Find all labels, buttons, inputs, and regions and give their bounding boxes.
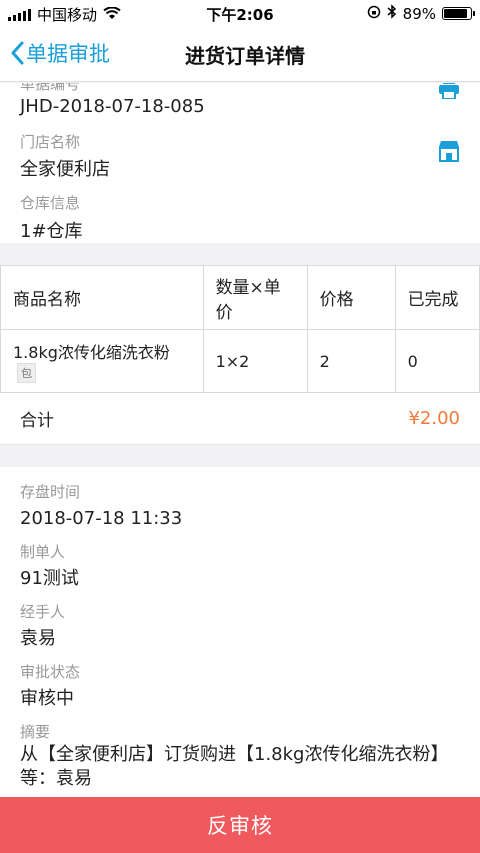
total-amount: ¥2.00: [408, 408, 460, 429]
status-bar: 中国移动 下午2:06 89%: [0, 0, 480, 26]
column-header: 已完成: [394, 265, 480, 330]
price-cell: 2: [306, 329, 396, 393]
stock-time-label: 存盘时间: [20, 483, 81, 501]
column-header: 价格: [306, 265, 396, 330]
approval-status-label: 审批状态: [20, 663, 81, 681]
section-divider: [0, 243, 480, 265]
order-info-card: 单据编号 JHD-2018-07-18-085 门店名称 全家便利店 仓库信息 …: [0, 83, 480, 243]
lock-rotation-icon: [367, 5, 381, 23]
battery-icon: [442, 7, 475, 20]
nav-bar: 单据审批 进货订单详情: [0, 26, 480, 82]
page-title: 进货订单详情: [185, 44, 305, 68]
reverse-approve-button[interactable]: 反审核: [0, 797, 480, 853]
store-name-label: 门店名称: [20, 133, 81, 151]
handler-label: 经手人: [20, 603, 66, 621]
order-meta-card: 存盘时间 2018-07-18 11:33 制单人 91测试 经手人 袁易 审批…: [0, 467, 480, 797]
table-row[interactable]: 1.8kg浓传化缩洗衣粉包 1×2 2 0: [0, 329, 480, 393]
detail-content[interactable]: 单据编号 JHD-2018-07-18-085 门店名称 全家便利店 仓库信息 …: [0, 83, 480, 797]
order-number-label: 单据编号: [20, 83, 81, 93]
column-header: 数量×单价: [202, 265, 308, 330]
approval-status: 审核中: [20, 688, 74, 709]
memo: 从【全家便利店】订货购进【1.8kg浓传化缩洗衣粉】等：袁易: [20, 744, 449, 789]
handler: 袁易: [20, 628, 56, 649]
column-header: 商品名称: [0, 265, 204, 330]
qty-price-cell: 1×2: [202, 329, 308, 393]
total-row: 合计 ¥2.00: [0, 393, 480, 445]
creator-label: 制单人: [20, 543, 66, 561]
memo-label: 摘要: [20, 723, 51, 741]
product-name-cell: 1.8kg浓传化缩洗衣粉包: [0, 329, 204, 393]
goods-table: 商品名称 数量×单价 价格 已完成 1.8kg浓传化缩洗衣粉包 1×2 2 0: [0, 265, 480, 393]
total-label: 合计: [20, 411, 54, 431]
section-divider: [0, 445, 480, 467]
stock-time: 2018-07-18 11:33: [20, 508, 183, 529]
warehouse-label: 仓库信息: [20, 194, 81, 212]
creator: 91测试: [20, 568, 79, 589]
product-name: 1.8kg浓传化缩洗衣粉: [13, 342, 170, 362]
table-header-row: 商品名称 数量×单价 价格 已完成: [0, 265, 480, 330]
warehouse-value: 1#仓库: [20, 221, 83, 242]
store-name: 全家便利店: [20, 159, 110, 180]
bluetooth-icon: [387, 4, 397, 23]
battery-percent: 89%: [402, 4, 436, 23]
order-number: JHD-2018-07-18-085: [20, 96, 205, 117]
done-cell: 0: [394, 329, 480, 393]
goods-table-container[interactable]: 商品名称 数量×单价 价格 已完成 1.8kg浓传化缩洗衣粉包 1×2 2 0: [0, 265, 480, 393]
unit-badge: 包: [17, 363, 36, 384]
store-icon[interactable]: [438, 140, 460, 166]
print-icon[interactable]: [438, 83, 460, 103]
